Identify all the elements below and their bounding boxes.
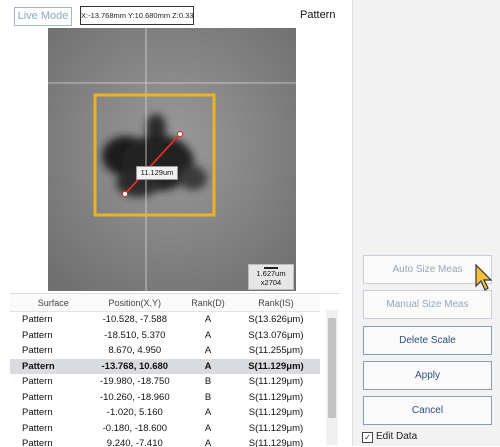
cell-surface: Pattern bbox=[22, 422, 53, 434]
checkbox-icon[interactable]: ✓ bbox=[362, 432, 373, 443]
table-row[interactable]: Pattern -0.180, -18.600 A S(11.129μm) bbox=[10, 421, 320, 437]
cancel-button[interactable]: Cancel bbox=[363, 396, 492, 425]
cell-rank-d: A bbox=[184, 358, 232, 374]
cell-position: 8.670, 4.950 bbox=[108, 345, 162, 357]
cell-position: -0.180, -18.600 bbox=[102, 422, 167, 434]
manual-size-meas-button[interactable]: Manual Size Meas bbox=[363, 290, 492, 319]
table-header-row: Surface Position(X,Y) Rank(D) Rank(IS) bbox=[10, 294, 320, 312]
cell-rank-is: S(11.129μm) bbox=[248, 438, 304, 447]
cell-rank-d: A bbox=[204, 422, 212, 434]
scale-indicator: 1.627um x2704 bbox=[248, 264, 294, 290]
cell-position: -10.528, -7.588 bbox=[102, 314, 167, 326]
measurement-label: 11.129um bbox=[136, 166, 178, 180]
cell-position: -19.980, -18.750 bbox=[99, 376, 170, 388]
panel-title: Pattern bbox=[300, 9, 336, 21]
cell-rank-is: S(11.129μm) bbox=[248, 391, 304, 403]
top-bar: Live Mode X:-13.768mm Y:10.680mm Z:0.333… bbox=[0, 0, 350, 30]
apply-button[interactable]: Apply bbox=[363, 361, 492, 390]
cell-surface: Pattern bbox=[22, 314, 53, 326]
table-row[interactable]: Pattern -13.768, 10.680 A S(11.129μm) bbox=[10, 358, 320, 374]
cell-position: -13.768, 10.680 bbox=[85, 358, 185, 374]
table-row[interactable]: Pattern 8.670, 4.950 A S(11.255μm) bbox=[10, 343, 320, 359]
edit-data-label: Edit Data bbox=[376, 431, 418, 442]
cell-surface: Pattern bbox=[22, 391, 53, 403]
right-panel: Auto Size Meas Manual Size Meas Delete S… bbox=[352, 0, 500, 446]
cell-rank-is: S(13.626μm) bbox=[248, 314, 304, 326]
mouse-cursor-icon bbox=[475, 264, 493, 291]
cell-surface: Pattern bbox=[22, 329, 53, 341]
microscope-image-view[interactable]: 11.129um 1.627um x2704 bbox=[48, 28, 296, 291]
cell-rank-is: S(11.129μm) bbox=[248, 422, 304, 434]
auto-size-meas-button[interactable]: Auto Size Meas bbox=[363, 255, 492, 284]
table-row[interactable]: Pattern -19.980, -18.750 B S(11.129μm) bbox=[10, 374, 320, 390]
cell-rank-is: S(11.129μm) bbox=[231, 358, 320, 374]
results-table: Surface Position(X,Y) Rank(D) Rank(IS) P… bbox=[10, 293, 340, 447]
cell-position: 9.240, -7.410 bbox=[106, 438, 163, 447]
cell-rank-d: A bbox=[204, 345, 212, 357]
edit-data-checkbox[interactable]: ✓ Edit Data bbox=[362, 431, 417, 443]
column-header-surface[interactable]: Surface bbox=[10, 294, 86, 312]
cell-surface: Pattern bbox=[22, 376, 53, 388]
cell-rank-is: S(11.255μm) bbox=[248, 345, 304, 357]
table-row[interactable]: Pattern -1.020, 5.160 A S(11.129μm) bbox=[10, 405, 320, 421]
cell-rank-is: S(13.076μm) bbox=[248, 329, 304, 341]
measurement-endpoint bbox=[177, 131, 183, 137]
table-scrollbar[interactable] bbox=[326, 310, 338, 445]
coordinate-readout: X:-13.768mm Y:10.680mm Z:0.333mm bbox=[80, 6, 194, 25]
cell-rank-is: S(11.129μm) bbox=[248, 407, 304, 419]
cell-surface: Pattern bbox=[22, 345, 53, 357]
cell-position: -10.260, -18.960 bbox=[99, 391, 170, 403]
scrollbar-thumb[interactable] bbox=[328, 318, 336, 418]
cell-surface: Pattern bbox=[10, 358, 86, 374]
cell-rank-d: B bbox=[204, 376, 212, 388]
delete-scale-button[interactable]: Delete Scale bbox=[363, 326, 492, 355]
table-row[interactable]: Pattern 9.240, -7.410 A S(11.129μm) bbox=[10, 436, 320, 447]
cell-surface: Pattern bbox=[22, 407, 53, 419]
cell-rank-d: B bbox=[204, 391, 212, 403]
cell-rank-d: A bbox=[204, 438, 212, 447]
table-row[interactable]: Pattern -10.528, -7.588 A S(13.626μm) bbox=[10, 312, 320, 328]
cell-position: -18.510, 5.370 bbox=[104, 329, 166, 341]
cell-rank-is: S(11.129μm) bbox=[248, 376, 304, 388]
table-row[interactable]: Pattern -18.510, 5.370 A S(13.076μm) bbox=[10, 328, 320, 344]
measurement-endpoint bbox=[122, 191, 128, 197]
table-row[interactable]: Pattern -10.260, -18.960 B S(11.129μm) bbox=[10, 390, 320, 406]
live-mode-button[interactable]: Live Mode bbox=[14, 7, 72, 26]
cell-position: -1.020, 5.160 bbox=[106, 407, 163, 419]
scale-value: 1.627um bbox=[256, 269, 286, 278]
column-header-rank-d[interactable]: Rank(D) bbox=[184, 294, 232, 312]
cell-rank-d: A bbox=[204, 329, 212, 341]
cell-rank-d: A bbox=[204, 407, 212, 419]
cell-surface: Pattern bbox=[22, 438, 53, 447]
magnification: x2704 bbox=[260, 278, 282, 287]
column-header-rank-is[interactable]: Rank(IS) bbox=[231, 294, 320, 312]
column-header-position[interactable]: Position(X,Y) bbox=[85, 294, 185, 312]
cell-rank-d: A bbox=[204, 314, 212, 326]
microscope-image bbox=[48, 28, 296, 291]
